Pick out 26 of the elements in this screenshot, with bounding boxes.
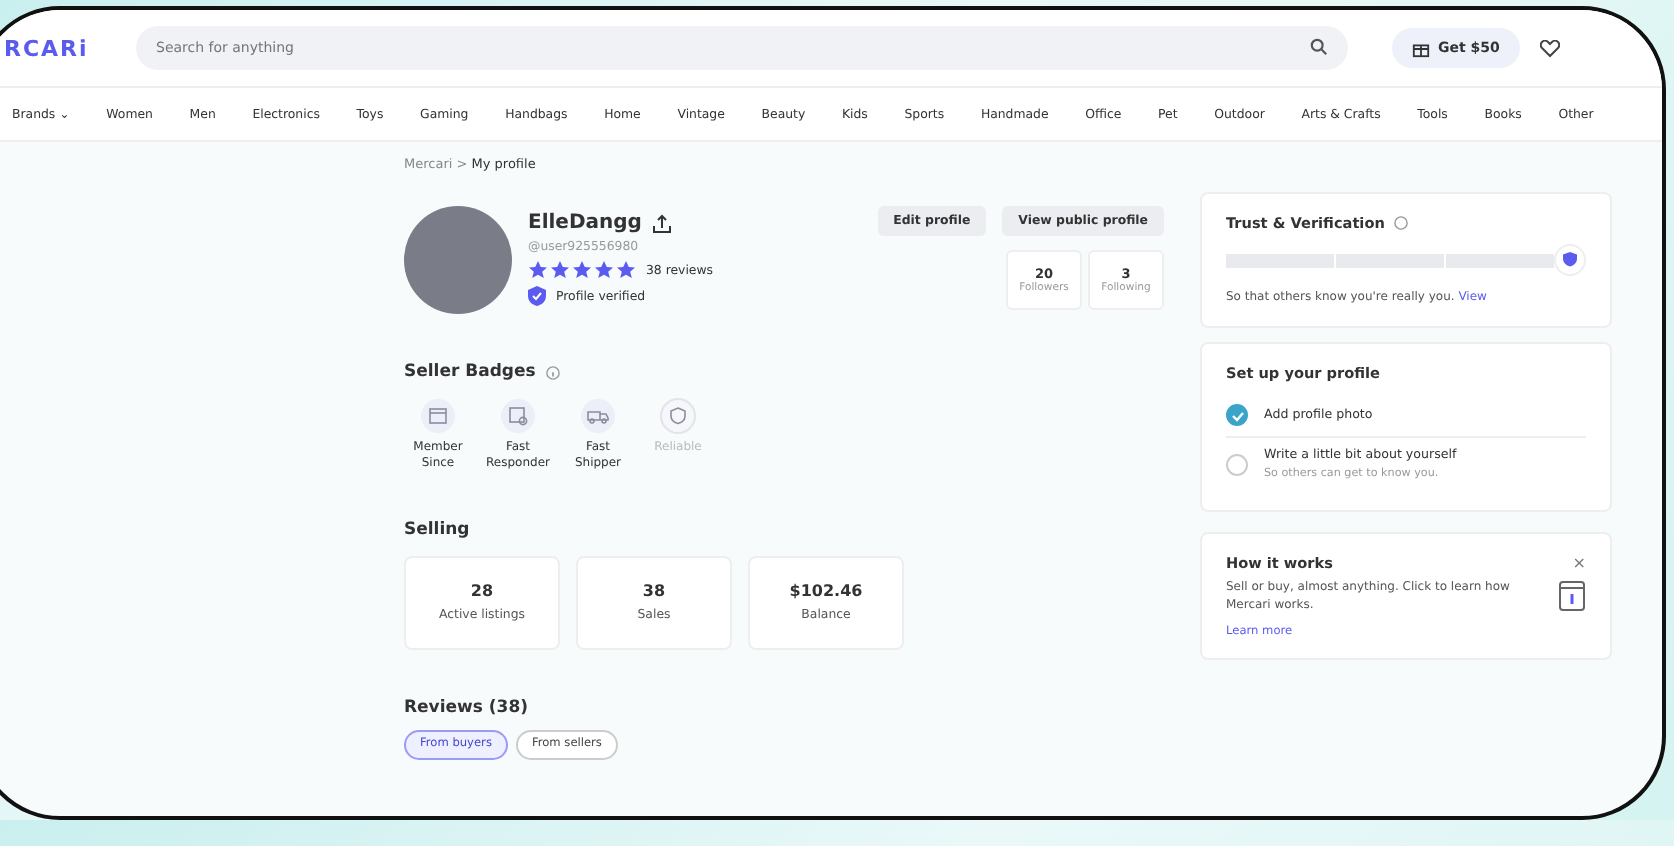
verified-shield-icon bbox=[1554, 244, 1586, 276]
gift-icon bbox=[1412, 39, 1430, 57]
check-icon bbox=[1229, 407, 1245, 423]
avatar-photo-placeholder bbox=[404, 206, 512, 314]
share-icon[interactable] bbox=[651, 213, 672, 233]
heart-icon[interactable] bbox=[1539, 39, 1560, 57]
info-book-icon bbox=[1558, 580, 1586, 612]
star-icon bbox=[616, 260, 636, 280]
badge-icon bbox=[580, 398, 616, 434]
star-icon bbox=[528, 260, 548, 280]
section-title: Selling bbox=[404, 519, 470, 540]
step-checkbox[interactable] bbox=[1226, 453, 1248, 475]
search-icon[interactable] bbox=[1310, 38, 1328, 56]
section-title: Seller Badges bbox=[404, 362, 536, 382]
star-icon bbox=[550, 260, 570, 280]
star-icon bbox=[594, 260, 614, 280]
logo[interactable]: RCARi bbox=[4, 35, 116, 61]
profile-name: ElleDangg bbox=[528, 212, 642, 234]
badge-icon bbox=[500, 398, 536, 434]
badge-icon bbox=[420, 398, 456, 434]
verified-shield-icon bbox=[528, 286, 546, 306]
close-button[interactable]: × bbox=[1572, 554, 1586, 572]
section-title: Reviews (38) bbox=[404, 697, 528, 718]
step-checkbox[interactable] bbox=[1226, 404, 1248, 426]
star-icon bbox=[572, 260, 592, 280]
badge-icon bbox=[660, 398, 696, 434]
